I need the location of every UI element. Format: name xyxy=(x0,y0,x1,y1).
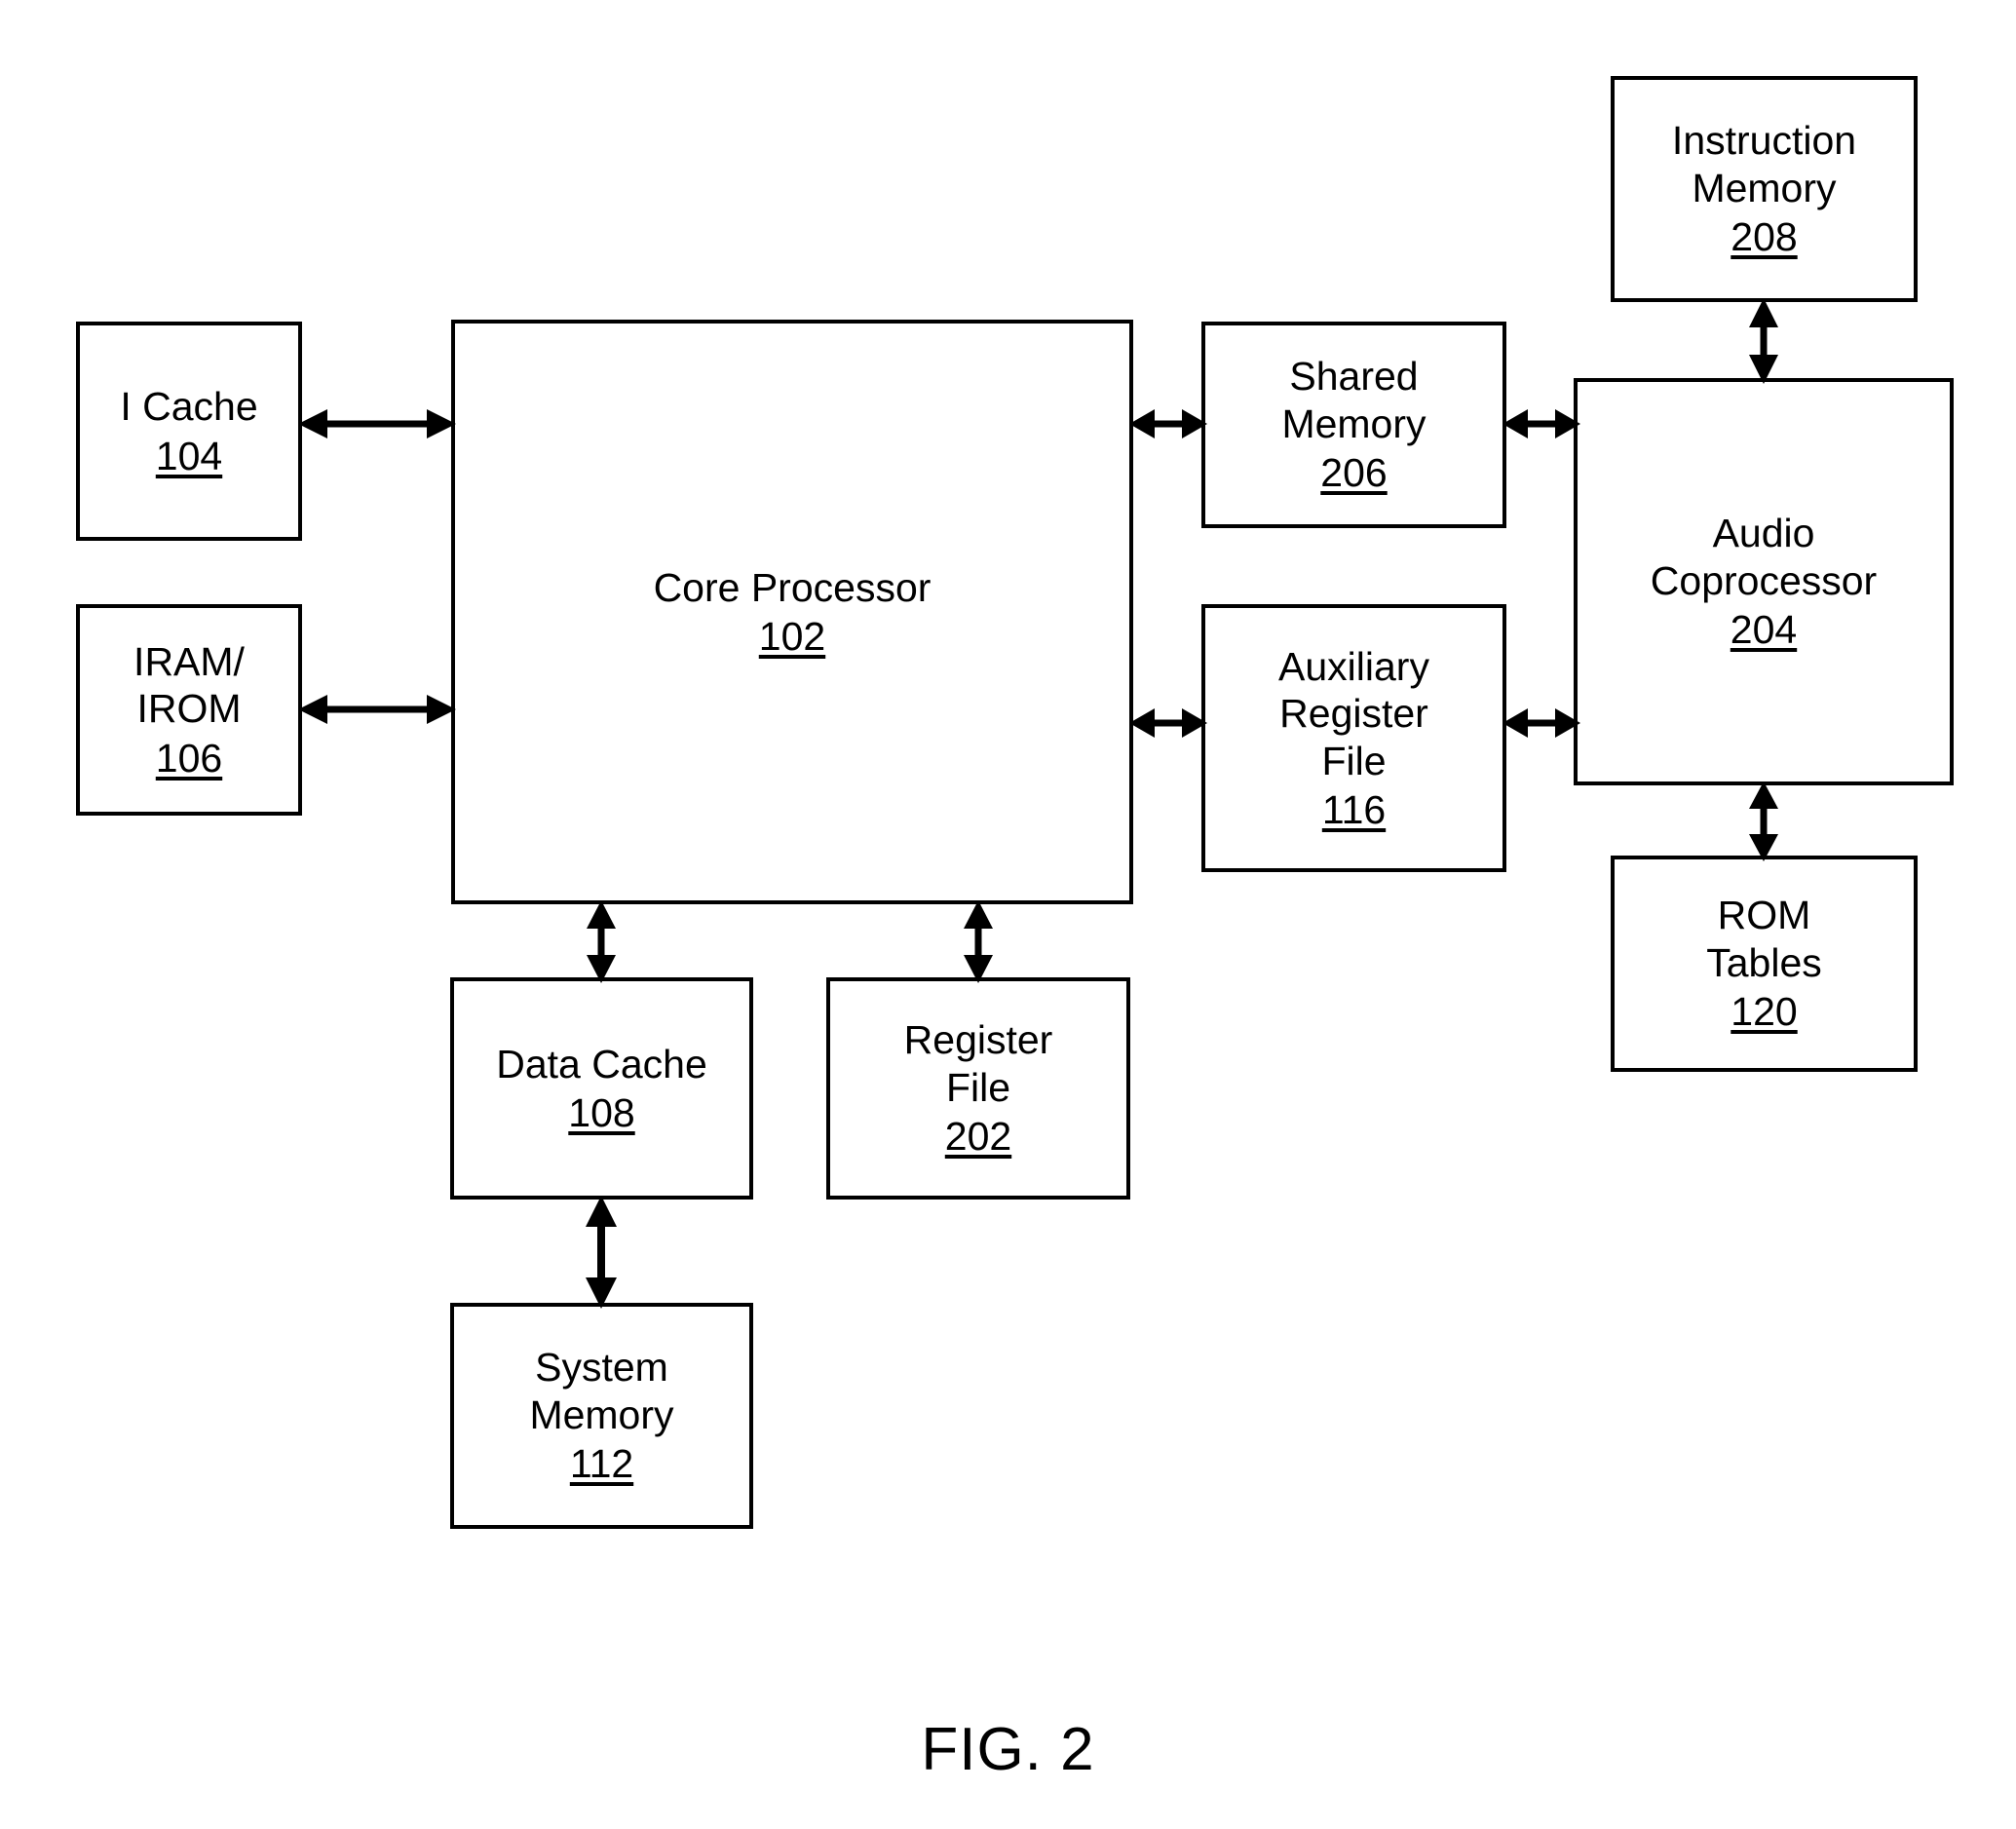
connector-data-cache--system-memory xyxy=(579,1196,624,1309)
block-instruction-memory-ref: 208 xyxy=(1731,214,1798,260)
connector-i-cache--core-processor xyxy=(298,401,456,446)
block-register-file-ref: 202 xyxy=(944,1114,1012,1160)
block-audio-coprocessor[interactable]: Audio Coprocessor 204 xyxy=(1574,378,1954,785)
block-auxiliary-register-file-label: Auxiliary Register File xyxy=(1278,643,1429,783)
block-shared-memory[interactable]: Shared Memory 206 xyxy=(1201,322,1506,528)
block-data-cache-label: Data Cache xyxy=(496,1041,707,1086)
block-core-processor-label: Core Processor xyxy=(653,564,932,610)
connector-shared-memory--audio-coprocessor xyxy=(1502,401,1580,446)
block-system-memory-label: System Memory xyxy=(529,1345,674,1437)
block-iram-irom-ref: 106 xyxy=(155,735,223,781)
block-iram-irom[interactable]: IRAM/ IROM 106 xyxy=(76,604,302,816)
block-data-cache-ref: 108 xyxy=(568,1090,635,1135)
block-auxiliary-register-file-ref: 116 xyxy=(1321,786,1387,832)
block-rom-tables[interactable]: ROM Tables 120 xyxy=(1611,856,1918,1072)
block-auxiliary-register-file[interactable]: Auxiliary Register File 116 xyxy=(1201,604,1506,872)
block-instruction-memory-label: Instruction Memory xyxy=(1671,118,1857,210)
block-shared-memory-ref: 206 xyxy=(1320,450,1388,496)
connector-core-processor--auxiliary-register-file xyxy=(1129,701,1207,745)
connector-audio-coprocessor--rom-tables xyxy=(1741,781,1786,861)
block-i-cache-label: I Cache xyxy=(120,384,258,430)
connector-core-processor--data-cache xyxy=(579,900,624,983)
block-i-cache[interactable]: I Cache 104 xyxy=(76,322,302,541)
connector-core-processor--register-file xyxy=(956,900,1001,983)
connector-core-processor--shared-memory xyxy=(1129,401,1207,446)
block-system-memory[interactable]: System Memory 112 xyxy=(450,1303,753,1529)
block-audio-coprocessor-ref: 204 xyxy=(1730,607,1798,653)
block-register-file[interactable]: Register File 202 xyxy=(826,977,1130,1200)
block-system-memory-ref: 112 xyxy=(569,1441,634,1487)
block-rom-tables-label: ROM Tables xyxy=(1706,893,1822,985)
figure-canvas: I Cache 104 IRAM/ IROM 106 Core Processo… xyxy=(0,0,2016,1829)
block-register-file-label: Register File xyxy=(903,1017,1053,1110)
connector-auxiliary-register-file--audio-coprocessor xyxy=(1502,701,1580,745)
figure-caption: FIG. 2 xyxy=(921,1716,1095,1783)
block-instruction-memory[interactable]: Instruction Memory 208 xyxy=(1611,76,1918,302)
block-i-cache-ref: 104 xyxy=(155,433,223,478)
connector-iram-irom--core-processor xyxy=(298,687,456,732)
block-core-processor[interactable]: Core Processor 102 xyxy=(451,320,1133,904)
block-rom-tables-ref: 120 xyxy=(1731,989,1798,1035)
block-audio-coprocessor-label: Audio Coprocessor xyxy=(1650,511,1878,603)
connector-instruction-memory--audio-coprocessor xyxy=(1741,298,1786,384)
block-iram-irom-label: IRAM/ IROM xyxy=(133,638,245,732)
block-core-processor-ref: 102 xyxy=(758,614,826,659)
block-data-cache[interactable]: Data Cache 108 xyxy=(450,977,753,1200)
block-shared-memory-label: Shared Memory xyxy=(1281,354,1426,446)
